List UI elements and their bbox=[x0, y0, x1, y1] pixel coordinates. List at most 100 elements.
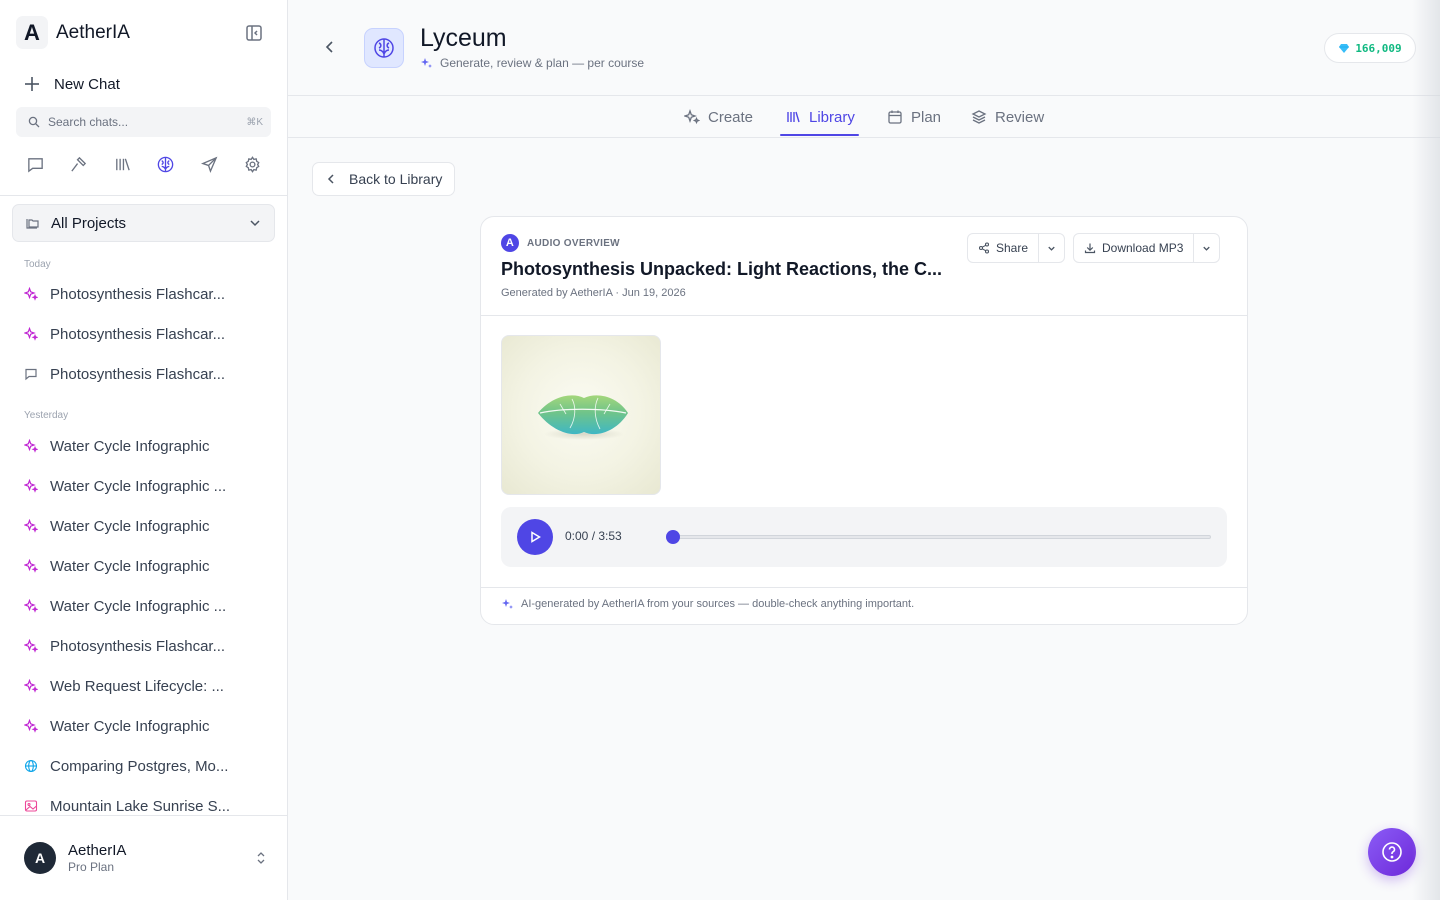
user-menu[interactable]: A AetherIA Pro Plan bbox=[24, 841, 268, 875]
chat-list-item[interactable]: Comparing Postgres, Mo... bbox=[24, 754, 264, 778]
chat-list-item[interactable]: Photosynthesis Flashcar... bbox=[24, 322, 264, 346]
download-mp3-button[interactable]: Download MP3 bbox=[1074, 234, 1195, 262]
chat-list-item[interactable]: Water Cycle Infographic ... bbox=[24, 594, 264, 618]
download-options-button[interactable] bbox=[1194, 234, 1219, 262]
chat-title: Photosynthesis Flashcar... bbox=[50, 285, 226, 303]
tab-create[interactable]: Create bbox=[684, 97, 753, 137]
tab-plan[interactable]: Plan bbox=[887, 97, 941, 137]
brand-logo: A bbox=[16, 16, 48, 49]
chat-title: Water Cycle Infographic bbox=[50, 717, 210, 735]
play-button[interactable] bbox=[517, 519, 553, 555]
help-button[interactable] bbox=[1368, 828, 1416, 876]
new-chat-button[interactable]: New Chat bbox=[22, 72, 120, 96]
chat-list-item[interactable]: Water Cycle Infographic bbox=[24, 434, 264, 458]
sparkles-icon bbox=[24, 479, 38, 493]
chat-title: Mountain Lake Sunrise S... bbox=[50, 797, 231, 815]
back-icon[interactable] bbox=[322, 39, 338, 55]
audio-overview-card: A AUDIO OVERVIEW Photosynthesis Unpacked… bbox=[480, 216, 1248, 625]
tab-library[interactable]: Library bbox=[785, 97, 855, 137]
tab-review[interactable]: Review bbox=[971, 97, 1044, 137]
share-icon bbox=[978, 242, 990, 254]
chat-list-item[interactable]: Water Cycle Infographic bbox=[24, 514, 264, 538]
share-button[interactable]: Share bbox=[968, 234, 1040, 262]
divider bbox=[0, 815, 287, 816]
chat-icon[interactable] bbox=[18, 152, 52, 176]
divider bbox=[481, 587, 1247, 588]
chat-list-item[interactable]: Water Cycle Infographic ... bbox=[24, 474, 264, 498]
hammer-icon[interactable] bbox=[62, 152, 96, 176]
sparkles-icon bbox=[24, 559, 38, 573]
user-plan: Pro Plan bbox=[68, 859, 115, 874]
download-icon bbox=[1084, 243, 1096, 254]
group-label-today: Today bbox=[24, 259, 51, 270]
sparkles-icon bbox=[24, 719, 38, 733]
play-icon bbox=[531, 531, 541, 543]
sparkles-icon bbox=[24, 639, 38, 653]
page-subtitle: Generate, review & plan — per course bbox=[420, 56, 644, 70]
sparkles-icon bbox=[24, 327, 38, 341]
credits-badge[interactable]: 166,009 bbox=[1324, 33, 1416, 63]
main-content: Lyceum Generate, review & plan — per cou… bbox=[288, 0, 1440, 900]
page-subtitle-text: Generate, review & plan — per course bbox=[440, 56, 645, 70]
seek-handle[interactable] bbox=[666, 530, 680, 544]
library-icon bbox=[787, 111, 800, 123]
sidebar: A AetherIA New Chat ⌘K All Projects Toda… bbox=[0, 0, 288, 900]
gem-icon bbox=[1338, 42, 1350, 54]
back-to-library-label: Back to Library bbox=[349, 171, 443, 187]
card-title: Photosynthesis Unpacked: Light Reactions… bbox=[501, 259, 943, 279]
projects-label: All Projects bbox=[51, 214, 127, 232]
cover-artwork bbox=[501, 335, 661, 495]
tab-create-label: Create bbox=[708, 108, 754, 126]
brand-badge: A bbox=[501, 234, 519, 252]
chat-list-item[interactable]: Photosynthesis Flashcar... bbox=[24, 282, 264, 306]
search-icon bbox=[28, 116, 40, 128]
page-header: Lyceum Generate, review & plan — per cou… bbox=[288, 0, 1440, 96]
folders-icon bbox=[25, 215, 41, 231]
share-options-button[interactable] bbox=[1039, 234, 1064, 262]
sparkles-icon bbox=[24, 519, 38, 533]
chat-list-item[interactable]: Photosynthesis Flashcar... bbox=[24, 362, 264, 386]
search-box[interactable]: ⌘K bbox=[16, 107, 271, 137]
chat-title: Photosynthesis Flashcar... bbox=[50, 325, 226, 343]
page-title: Lyceum bbox=[420, 24, 507, 52]
divider bbox=[481, 315, 1247, 316]
sparkles-icon bbox=[24, 287, 38, 301]
ai-disclaimer: AI-generated by AetherIA from your sourc… bbox=[501, 598, 914, 610]
chevron-down-icon bbox=[1048, 246, 1055, 251]
ai-disclaimer-text: AI-generated by AetherIA from your sourc… bbox=[521, 598, 915, 610]
library-icon[interactable] bbox=[105, 152, 139, 176]
brain-icon[interactable] bbox=[149, 152, 183, 176]
send-icon[interactable] bbox=[192, 152, 226, 176]
download-button-group: Download MP3 bbox=[1073, 233, 1221, 263]
tab-bar: Create Library Plan Review bbox=[288, 97, 1440, 138]
user-name: AetherIA bbox=[68, 841, 127, 859]
tab-plan-label: Plan bbox=[911, 108, 942, 126]
sparkles-icon bbox=[24, 599, 38, 613]
chat-list-item[interactable]: Water Cycle Infographic bbox=[24, 714, 264, 738]
card-kicker: A AUDIO OVERVIEW bbox=[501, 234, 620, 252]
tab-review-label: Review bbox=[995, 108, 1045, 126]
group-label-yesterday: Yesterday bbox=[24, 410, 69, 421]
chat-list-item[interactable]: Water Cycle Infographic bbox=[24, 554, 264, 578]
credits-value: 166,009 bbox=[1355, 41, 1402, 55]
brain-icon bbox=[364, 28, 404, 68]
seek-bar[interactable] bbox=[673, 535, 1211, 539]
search-input[interactable] bbox=[48, 115, 247, 129]
sparkles-icon bbox=[502, 599, 513, 609]
divider bbox=[0, 195, 287, 196]
projects-dropdown[interactable]: All Projects bbox=[12, 204, 275, 242]
chat-list-item[interactable]: Web Request Lifecycle: ... bbox=[24, 674, 264, 698]
chat-title: Water Cycle Infographic bbox=[50, 517, 210, 535]
chat-title: Water Cycle Infographic ... bbox=[50, 477, 227, 495]
settings-icon[interactable] bbox=[236, 152, 270, 176]
back-to-library-button[interactable]: Back to Library bbox=[312, 162, 455, 196]
chevron-down-icon bbox=[248, 216, 262, 230]
chat-list-item[interactable]: Photosynthesis Flashcar... bbox=[24, 634, 264, 658]
calendar-icon bbox=[888, 110, 902, 124]
chat-title: Web Request Lifecycle: ... bbox=[50, 677, 224, 695]
share-label: Share bbox=[996, 241, 1029, 255]
chat-icon bbox=[24, 367, 38, 381]
collapse-sidebar-icon[interactable] bbox=[244, 23, 264, 43]
brand[interactable]: A AetherIA bbox=[16, 16, 130, 49]
chat-title: Photosynthesis Flashcar... bbox=[50, 637, 226, 655]
